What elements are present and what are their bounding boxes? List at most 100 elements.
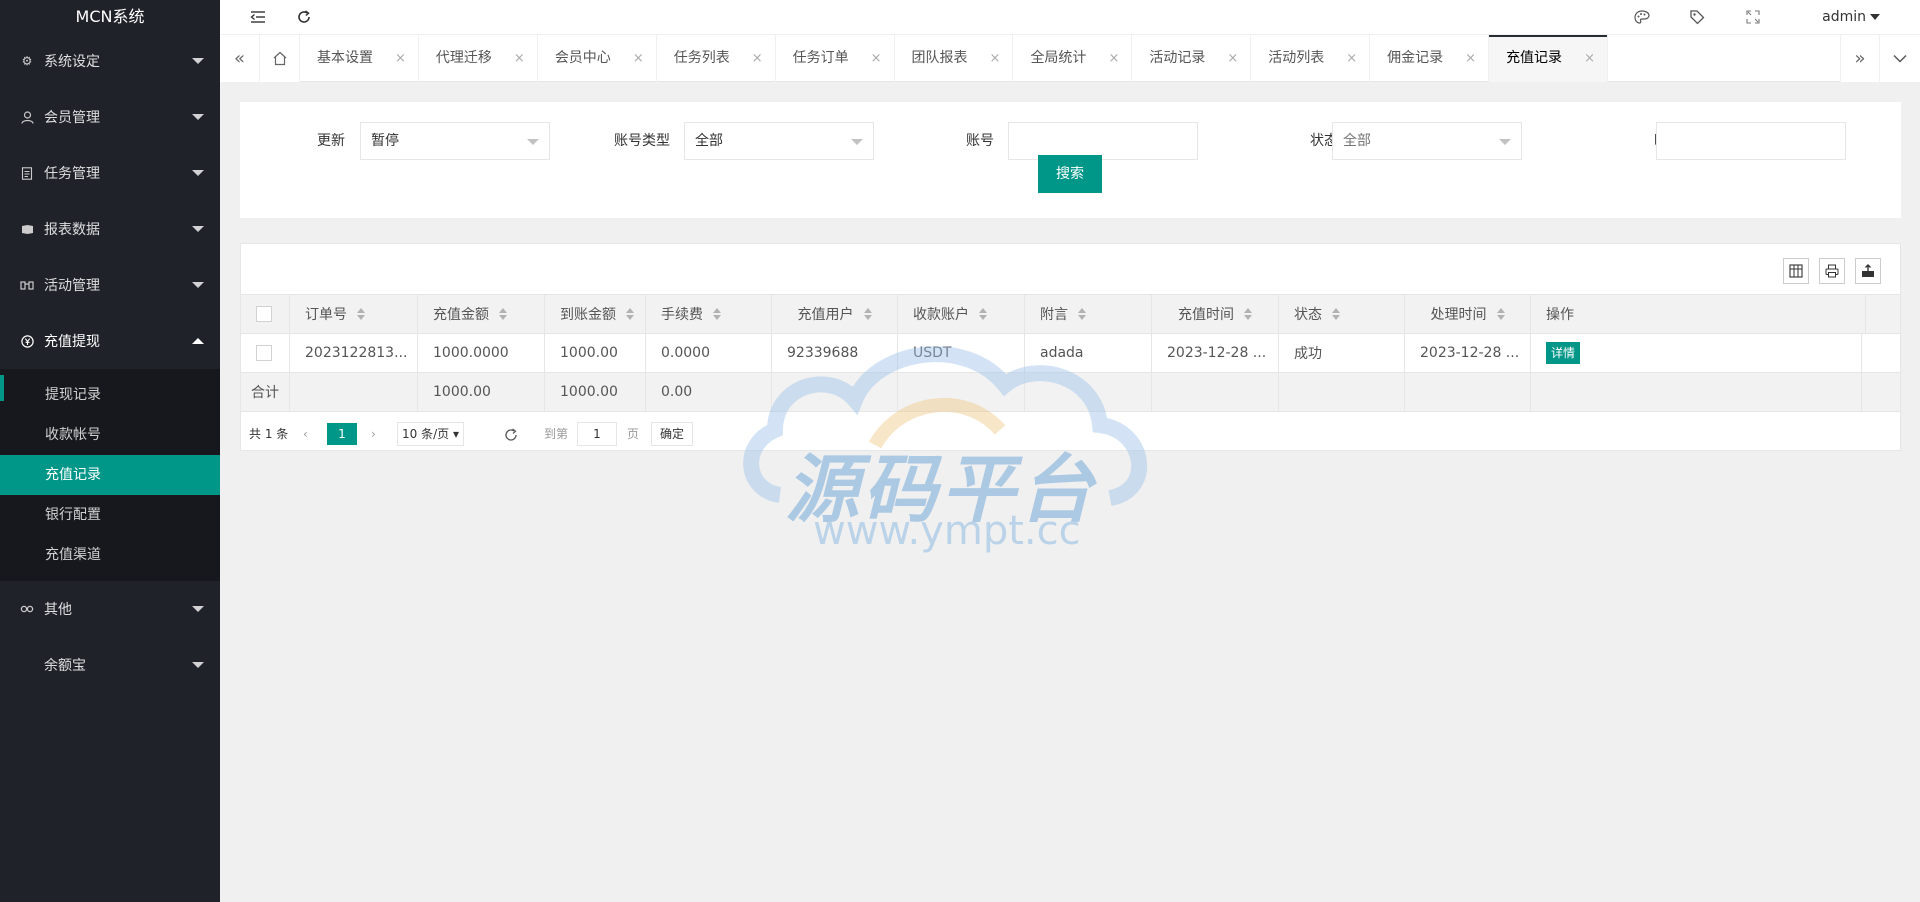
total-amount-cell: 1000.00 bbox=[418, 373, 545, 411]
sidebar-item-activities[interactable]: 活动管理 bbox=[0, 257, 220, 313]
close-icon[interactable]: × bbox=[752, 35, 763, 82]
time-input[interactable] bbox=[1656, 122, 1846, 160]
close-icon[interactable]: × bbox=[1465, 35, 1476, 82]
tab-team-report[interactable]: 团队报表 × bbox=[895, 35, 1014, 82]
sidebar-item-system-settings[interactable]: ⚙ 系统设定 bbox=[0, 33, 220, 89]
sort-icon[interactable] bbox=[979, 308, 987, 320]
goto-page-input[interactable]: 1 bbox=[577, 422, 617, 446]
pager-total: 共 1 条 bbox=[249, 427, 289, 441]
sort-icon[interactable] bbox=[1496, 308, 1505, 320]
tab-label: 任务订单 bbox=[792, 50, 849, 66]
tab-commission-records[interactable]: 佣金记录 × bbox=[1370, 35, 1490, 82]
menu-toggle-icon[interactable] bbox=[243, 0, 273, 34]
sort-icon[interactable] bbox=[1078, 308, 1086, 320]
sort-icon[interactable] bbox=[626, 308, 634, 320]
chevron-down-icon bbox=[1870, 14, 1880, 20]
tab-global-stats[interactable]: 全局统计 × bbox=[1013, 35, 1133, 82]
export-icon[interactable] bbox=[1855, 258, 1881, 284]
tab-activity-records[interactable]: 活动记录 × bbox=[1132, 35, 1252, 82]
sidebar-item-other[interactable]: 其他 bbox=[0, 581, 220, 637]
search-button[interactable]: 搜索 bbox=[1038, 155, 1102, 193]
submenu-item-withdraw-records[interactable]: 提现记录 bbox=[0, 375, 220, 415]
goto-label: 到第 bbox=[544, 427, 569, 441]
column-header[interactable]: 订单号 bbox=[290, 295, 418, 333]
confirm-button[interactable]: 确定 bbox=[651, 422, 694, 446]
tab-agent-migration[interactable]: 代理迁移 × bbox=[419, 35, 538, 82]
detail-button[interactable]: 详情 bbox=[1546, 342, 1581, 364]
status-select[interactable]: 全部 bbox=[1332, 122, 1522, 160]
close-icon[interactable]: × bbox=[1346, 35, 1357, 82]
order-number-cell: 2023122813... bbox=[290, 334, 418, 372]
sidebar-item-members[interactable]: 会员管理 bbox=[0, 89, 220, 145]
account-input[interactable] bbox=[1008, 122, 1198, 160]
column-header[interactable]: 到账金额 bbox=[545, 295, 646, 333]
sort-icon[interactable] bbox=[357, 308, 365, 320]
per-page-select[interactable]: 10 条/页 ▾ bbox=[397, 422, 464, 446]
tabs-menu-chevron-down-icon[interactable] bbox=[1880, 35, 1920, 82]
column-header[interactable]: 手续费 bbox=[646, 295, 772, 333]
tabs-scroll-left-icon[interactable]: « bbox=[220, 35, 260, 82]
fullscreen-icon[interactable] bbox=[1738, 0, 1768, 34]
close-icon[interactable]: × bbox=[1108, 35, 1119, 82]
column-header[interactable]: 附言 bbox=[1025, 295, 1152, 333]
submenu-item-recharge-records[interactable]: 充值记录 bbox=[0, 455, 220, 495]
close-icon[interactable]: × bbox=[1227, 35, 1238, 82]
update-select[interactable]: 暂停 bbox=[360, 122, 550, 160]
sort-icon[interactable] bbox=[1332, 308, 1340, 320]
user-menu[interactable]: admin bbox=[1822, 0, 1880, 34]
print-icon[interactable] bbox=[1819, 258, 1845, 284]
tab-basic-settings[interactable]: 基本设置 × bbox=[300, 35, 419, 82]
close-icon[interactable]: × bbox=[990, 35, 1001, 82]
sort-icon[interactable] bbox=[499, 308, 507, 320]
account-cell: USDT bbox=[898, 334, 1025, 372]
home-icon[interactable] bbox=[260, 35, 300, 82]
tab-recharge-records[interactable]: 充值记录 × bbox=[1489, 35, 1608, 82]
column-header[interactable]: 充值金额 bbox=[418, 295, 545, 333]
sort-icon[interactable] bbox=[1244, 308, 1252, 320]
column-header[interactable]: 充值时间 bbox=[1152, 295, 1279, 333]
submenu-item-payment-accounts[interactable]: 收款帐号 bbox=[0, 415, 220, 455]
sort-icon[interactable] bbox=[863, 308, 872, 320]
refresh-icon[interactable] bbox=[289, 0, 319, 34]
submenu-item-bank-config[interactable]: 银行配置 bbox=[0, 495, 220, 535]
recharge-time-cell: 2023-12-28 ... bbox=[1152, 334, 1279, 372]
close-icon[interactable]: × bbox=[871, 35, 882, 82]
tab-label: 活动记录 bbox=[1149, 50, 1206, 66]
tab-task-orders[interactable]: 任务订单 × bbox=[776, 35, 895, 82]
theme-palette-icon[interactable] bbox=[1627, 0, 1657, 34]
select-all-checkbox[interactable] bbox=[256, 306, 272, 322]
tag-icon[interactable] bbox=[1682, 0, 1712, 34]
tab-label: 基本设置 bbox=[317, 50, 373, 66]
next-page-icon[interactable]: › bbox=[371, 423, 376, 445]
prev-page-icon[interactable]: ‹ bbox=[303, 423, 308, 445]
sidebar-item-tasks[interactable]: 任务管理 bbox=[0, 145, 220, 201]
chevron-down-icon bbox=[192, 226, 204, 232]
column-header[interactable]: 状态 bbox=[1279, 295, 1405, 333]
report-icon bbox=[20, 222, 34, 236]
sidebar-item-reports[interactable]: 报表数据 bbox=[0, 201, 220, 257]
user-cell: 92339688 bbox=[772, 334, 898, 372]
account-type-select[interactable]: 全部 bbox=[684, 122, 874, 160]
row-checkbox[interactable] bbox=[256, 345, 272, 361]
refresh-icon[interactable] bbox=[503, 423, 519, 445]
sidebar-item-recharge-withdraw[interactable]: 充值提现 bbox=[0, 313, 220, 369]
submenu-item-recharge-channels[interactable]: 充值渠道 bbox=[0, 535, 220, 575]
columns-filter-icon[interactable] bbox=[1783, 258, 1809, 284]
tab-member-center[interactable]: 会员中心 × bbox=[538, 35, 657, 82]
close-icon[interactable]: × bbox=[633, 35, 644, 82]
tab-task-list[interactable]: 任务列表 × bbox=[657, 35, 776, 82]
column-header[interactable]: 收款账户 bbox=[898, 295, 1025, 333]
tab-activity-list[interactable]: 活动列表 × bbox=[1251, 35, 1371, 82]
total-label: 合计 bbox=[241, 373, 290, 411]
close-icon[interactable]: × bbox=[1584, 35, 1595, 82]
sidebar-item-yuebao[interactable]: 余额宝 bbox=[0, 637, 220, 693]
close-icon[interactable]: × bbox=[395, 35, 406, 82]
note-cell: adada bbox=[1025, 334, 1152, 372]
close-icon[interactable]: × bbox=[514, 35, 525, 82]
column-header[interactable]: 处理时间 bbox=[1405, 295, 1531, 333]
current-page[interactable]: 1 bbox=[327, 423, 357, 445]
status-label: 状态 bbox=[1310, 133, 1338, 149]
tabs-scroll-right-icon[interactable]: » bbox=[1840, 35, 1880, 82]
sort-icon[interactable] bbox=[713, 308, 721, 320]
column-header[interactable]: 充值用户 bbox=[772, 295, 898, 333]
